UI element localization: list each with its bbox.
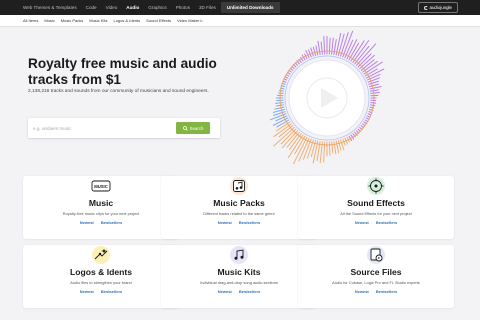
music-badge-text: MUSIC [94, 184, 108, 189]
audiojungle-logo-icon [424, 5, 429, 10]
subnav-video-maker-label: Video Maker [177, 18, 200, 23]
topnav-graphics[interactable]: Graphics [148, 5, 166, 10]
card-title: Music Packs [213, 198, 265, 208]
waveform-bar [317, 40, 321, 56]
subnav-music-kits[interactable]: Music Kits [89, 18, 107, 23]
card-description: Individual drag-and-drop song audio sect… [200, 280, 278, 285]
waveform-bar [369, 83, 380, 88]
card-title: Music Kits [217, 267, 261, 277]
waveform-bar [369, 89, 379, 92]
subnav-sound-effects[interactable]: Sound Effects [146, 18, 171, 23]
sound-effects-icon [367, 177, 385, 195]
search-button-label: Search [189, 125, 204, 131]
bestsellers-link[interactable]: Bestsellers [239, 220, 260, 225]
waveform-bar [274, 106, 285, 110]
waveform-bar [328, 141, 331, 156]
music-kits-icon [230, 246, 248, 264]
bestsellers-link[interactable]: Bestsellers [376, 220, 397, 225]
music-badge-icon: MUSIC [91, 180, 111, 192]
subnav-video-maker[interactable]: Video Maker⧉ [177, 18, 202, 23]
waveform-bar [310, 47, 314, 57]
hero-subtitle: 2,138,216 tracks and sounds from our com… [28, 89, 209, 94]
topnav-code[interactable]: Code [86, 5, 97, 10]
bestsellers-link[interactable]: Bestsellers [101, 220, 122, 225]
newest-link[interactable]: Newest [80, 289, 94, 294]
bestsellers-link[interactable]: Bestsellers [239, 289, 260, 294]
card-description: Royalty-free music clips for your next p… [62, 211, 140, 216]
newest-link[interactable]: Newest [218, 289, 232, 294]
card-links: Newest Bestsellers [298, 289, 454, 294]
card-description: All the Sound Effects for your next proj… [340, 211, 412, 216]
external-link-icon: ⧉ [199, 19, 203, 23]
card-description: Audio for Cubase, Logic Pro and FL Studi… [332, 280, 420, 285]
waveform-bar [337, 140, 342, 151]
category-card-source-files[interactable]: Source Files Audio for Cubase, Logic Pro… [298, 245, 454, 308]
waveform-bar [315, 45, 319, 56]
waveform-bar [331, 141, 334, 154]
top-nav-bar: Web Themes & Templates Code Video Audio … [0, 0, 480, 15]
bestsellers-link[interactable]: Bestsellers [101, 289, 122, 294]
newest-link[interactable]: Newest [218, 220, 232, 225]
search-button[interactable]: Search [176, 122, 210, 134]
subnav-music[interactable]: Music [44, 18, 54, 23]
waveform-bar [274, 102, 284, 104]
topnav-unlimited-downloads[interactable]: Unlimited Downloads [220, 2, 280, 13]
waveform-bar [320, 41, 323, 55]
category-card-music-kits[interactable]: Music Kits Individual drag-and-drop song… [161, 245, 317, 308]
sub-nav-bar: All Items Music Music Packs Music Kits L… [0, 15, 480, 27]
bestsellers-link[interactable]: Bestsellers [376, 289, 397, 294]
music-pack-icon [230, 177, 248, 195]
card-title: Sound Effects [347, 198, 405, 208]
category-card-logos-idents[interactable]: Logos & Idents Audio files to strengthen… [23, 245, 179, 308]
topnav-web-themes[interactable]: Web Themes & Templates [23, 5, 77, 10]
search-input[interactable] [33, 122, 168, 134]
waveform-bar [312, 46, 317, 56]
waveform-bar [370, 91, 381, 94]
subnav-music-packs[interactable]: Music Packs [61, 18, 83, 23]
waveform-bar [370, 102, 377, 104]
card-links: Newest Bestsellers [23, 220, 179, 225]
card-links: Newest Bestsellers [161, 289, 317, 294]
card-description: Different tracks related to the same gen… [203, 211, 275, 216]
waveform-bar [355, 43, 377, 66]
category-card-sound-effects[interactable]: Sound Effects All the Sound Effects for … [298, 176, 454, 239]
card-description: Audio files to strengthen your brand [70, 280, 132, 285]
logo-idents-icon [92, 246, 110, 264]
hero-title: Royalty free music and audio tracks from… [28, 56, 217, 87]
search-icon [182, 125, 188, 131]
waveform-bar [369, 104, 376, 107]
subnav-all-items[interactable]: All Items [23, 18, 38, 23]
card-links: Newest Bestsellers [161, 220, 317, 225]
waveform-bar [275, 104, 285, 107]
waveform-bar [350, 40, 365, 62]
topnav-audio[interactable]: Audio [126, 5, 139, 10]
audio-waveform-illustration [269, 30, 385, 165]
waveform-bar [369, 85, 382, 90]
newest-link[interactable]: Newest [355, 289, 369, 294]
card-title: Music [88, 198, 114, 208]
category-card-music-packs[interactable]: Music Packs Different tracks related to … [161, 176, 317, 239]
card-title: Logos & Idents [69, 267, 133, 277]
search-bar: Search [28, 118, 220, 138]
waveform-bar [333, 140, 337, 155]
brand-label: audiojungle [429, 5, 452, 10]
brand-logo[interactable]: audiojungle [418, 2, 458, 13]
waveform-bar [328, 37, 331, 55]
newest-link[interactable]: Newest [355, 220, 369, 225]
newest-link[interactable]: Newest [80, 220, 94, 225]
card-links: Newest Bestsellers [23, 289, 179, 294]
card-links: Newest Bestsellers [298, 220, 454, 225]
subnav-logos-idents[interactable]: Logos & Idents [113, 18, 140, 23]
category-card-music[interactable]: MUSIC Music Royalty-free music clips for… [23, 176, 179, 239]
topnav-3d-files[interactable]: 3D Files [199, 5, 216, 10]
waveform-bar [335, 140, 340, 154]
source-files-icon [367, 246, 385, 264]
card-title: Source Files [350, 267, 402, 277]
topnav-video[interactable]: Video [106, 5, 118, 10]
topnav-photos[interactable]: Photos [176, 5, 190, 10]
